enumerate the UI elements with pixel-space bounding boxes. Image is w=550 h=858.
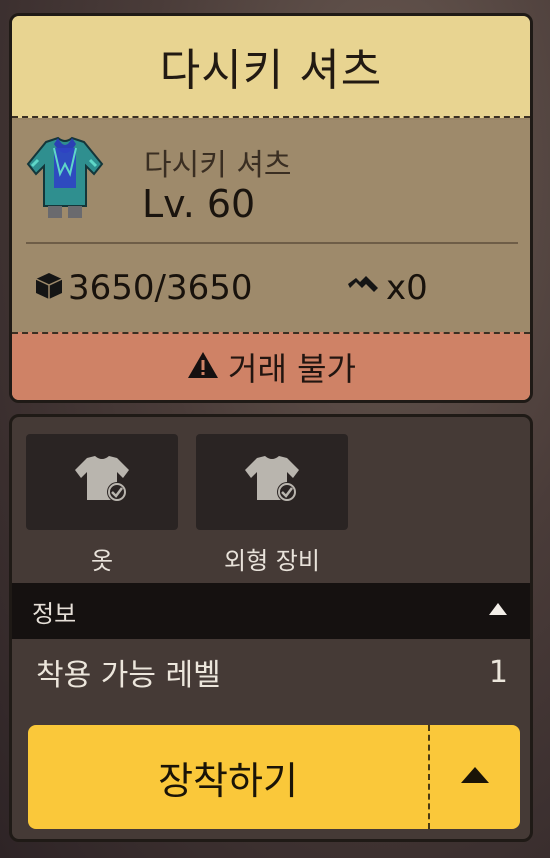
enhance-value: x0 — [386, 268, 428, 308]
category-label-clothes: 옷 — [90, 547, 114, 575]
warning-icon — [186, 350, 220, 384]
category-tile-appearance[interactable] — [196, 434, 348, 530]
equip-button-label: 장착하기 — [158, 758, 298, 803]
info-section-header[interactable]: 정보 — [12, 583, 530, 639]
category-tile-clothes[interactable] — [26, 434, 178, 530]
item-info-section: 다시키 셔츠 Lv. 60 3650/3650 x0 — [12, 120, 530, 334]
collapse-arrow-icon[interactable] — [488, 601, 508, 621]
trade-status-bar: 거래 불가 — [12, 332, 530, 400]
item-title-bar: 다시키 셔츠 — [12, 16, 530, 118]
more-options-button[interactable] — [430, 725, 520, 829]
item-action-panel: 옷 외형 장비 정보 착용 가능 레벨 1 장착하기 — [9, 414, 533, 842]
shirt-check-icon — [71, 454, 133, 510]
expand-up-icon — [459, 765, 491, 789]
required-level-label: 착용 가능 레벨 — [36, 658, 221, 693]
item-level: Lv. 60 — [142, 182, 256, 226]
hammer-icon — [346, 274, 380, 302]
durability-stat: 3650/3650 — [34, 268, 253, 308]
item-title: 다시키 셔츠 — [159, 45, 383, 96]
enhance-stat: x0 — [346, 268, 428, 308]
category-label-appearance: 외형 장비 — [224, 547, 320, 575]
durability-value: 3650/3650 — [68, 268, 253, 308]
required-level-row: 착용 가능 레벨 1 — [12, 639, 530, 705]
divider — [26, 242, 518, 244]
equip-button[interactable]: 장착하기 — [28, 725, 430, 829]
shirt-check-icon — [241, 454, 303, 510]
info-header-label: 정보 — [32, 599, 77, 628]
dashiki-shirt-icon — [24, 134, 106, 224]
required-level-value: 1 — [488, 654, 508, 690]
cube-icon — [34, 271, 64, 305]
item-detail-card: 다시키 셔츠 다시키 셔츠 Lv. 60 3650/3650 x0 거래 불가 — [9, 13, 533, 403]
item-name: 다시키 셔츠 — [144, 148, 292, 183]
trade-status-label: 거래 불가 — [228, 350, 356, 388]
